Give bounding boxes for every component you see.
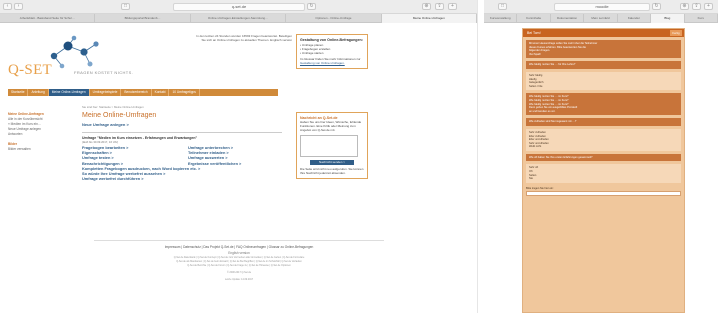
glossary-link[interactable]: Gestaltung von Online-Umfragen. [300,61,364,65]
forward-button[interactable]: › [14,3,23,10]
left-tab[interactable]: Bildungsportal Brandenb… [95,14,191,23]
chat-line: Weiß nicht [529,145,542,149]
left-tab[interactable]: Online-Umfragen-Einstellungen-Sammlung… [191,14,287,23]
left-tab[interactable]: Meine Online-Umfragen [381,14,477,23]
left-tab[interactable]: Arbeitsblatt - Basisband Seite für Schul… [0,14,96,23]
chat-messages: Mit einer Hausumfrage sollen Sie mehr üb… [523,40,684,183]
chat-question: Wie häufig nutzen Sie … im Kurs? Wie häuf… [526,93,681,116]
footer: Impressum | Datenschutz | Das Projekt Q-… [0,240,477,281]
sidebar-item-answers[interactable]: Antworten [8,132,70,137]
nav-item[interactable]: Startseite [8,89,29,96]
main-content: Sie sind hier: Startseite > Meine Online… [82,105,282,181]
browser-toolbar: ‹ › □ q-set.de ↻ ⊕ ⇪ + [0,0,477,14]
new-tab-icon[interactable]: + [448,3,457,10]
left-tab[interactable]: Optionen - Online-Umfrage [286,14,382,23]
sidebar-toggle-icon[interactable]: □ [498,3,507,10]
share-icon[interactable]: ⇪ [692,3,701,10]
send-message-button[interactable]: Nachricht senden > [310,160,354,165]
chat-line: Nie [529,177,533,181]
last-update: Letzte Update: 14.09.2017 [224,277,254,281]
nav-item[interactable]: Meine Online-Umfragen [48,89,90,96]
reload-icon[interactable]: ↻ [652,3,661,10]
footer-divider [94,240,384,241]
address-bar[interactable]: q-set.de [173,3,305,11]
tab-bar-right: Kursverwaltung Kursinhalte Dokumentation Me… [484,14,718,23]
chat-line: Wie oft haben Sie Ihre ersten Erfahrunge… [529,155,593,159]
chat-input-label: Bitte tragen Sie hier ein: [526,186,554,190]
nav-item[interactable]: Kontakt [152,89,170,96]
molecule-logo-icon [50,35,99,69]
nav-item[interactable]: Umfragebeispiele [90,89,122,96]
chat-header: Bei Tom! Fertig [523,29,684,37]
actions-right-column: Umfrage unterbrechen > Teilnehmer einlad… [188,145,280,166]
chat-line: Wie zufrieden sind Sie insgesamt mit …? [529,120,577,124]
chat-input[interactable] [526,190,681,196]
chat-line: an und bereiten es vor. [529,109,556,113]
browser-window-right: □ moodle ↻ ⊕ ⇪ + Kursverwaltung Kursinhal… [484,0,718,313]
footer-sitemap-row[interactable]: Q-Set.de Berichte | Q-Set.de Forum | Q-S… [0,264,477,268]
download-icon[interactable]: ⊕ [680,3,689,10]
info-box: Gestaltung von Online-Befragungen: • Umf… [296,34,368,69]
right-tab[interactable]: Kursverwaltung [484,14,518,23]
message-textarea[interactable] [300,135,358,157]
nav-item[interactable]: Anleitung [28,89,49,96]
chat-question: Wie zufrieden sind Sie insgesamt mit …? [526,118,681,126]
new-tab-icon[interactable]: + [704,3,713,10]
chat-question: Wie häufig nutzen Sie … für Ihre Lehre? [526,61,681,69]
survey-chat-panel: Bei Tom! Fertig Mit einer Hausumfrage so… [522,28,685,313]
copyright: © 2008-2017 Q-Set.de [226,271,252,274]
survey-actions: Fragebogen bearbeiten > Eigenschaften > … [82,145,282,166]
message-box-note: Die Seite wird nicht neu aufgerufen. Sie… [300,167,364,175]
chat-question: Mit einer Hausumfrage sollen Sie mehr üb… [526,40,681,59]
browser-window-left: ‹ › □ q-set.de ↻ ⊕ ⇪ + Arbeitsblatt - Ba… [0,0,478,313]
sidebar-item-manage-images[interactable]: Bilder verwalten [8,147,70,152]
survey-date: (läuft bis 30.09.2017, 16 Uhr) [82,140,119,144]
header-note: In den letzten 24 Stunden wurden 16593 F… [196,34,292,42]
moodle-page: Bei Tom! Fertig Mit einer Hausumfrage so… [484,24,718,313]
divider [82,132,282,133]
info-bullet: • Umfrage starten [300,50,324,55]
chat-title: Bei Tom! [527,31,541,35]
right-tab[interactable]: Kalender [618,14,652,23]
logo-slogan: FRAGEN KOSTET NICHTS. [74,70,134,75]
right-tab[interactable]: Blog [651,14,685,23]
tab-bar: Arbeitsblatt - Basisband Seite für Schul… [0,14,477,23]
qset-page: In den letzten 24 Stunden wurden 16593 F… [0,24,477,313]
chat-line: Wie häufig nutzen Sie … für Ihre Lehre? [529,63,576,67]
chat-answer-options[interactable]: Sehr zufrieden Eher zufrieden Eher unzufri… [526,128,681,151]
ad-free-run-link[interactable]: Umfrage werbefrei durchführen > [82,176,282,181]
nav-item[interactable]: 10 Umfragetipps [169,89,200,96]
page-title: Meine Online-Umfragen [82,112,157,119]
chat-answer-options[interactable]: Sehr oft Oft Selten Nie [526,164,681,183]
info-text: Im Glossar finden Sie mehr Informationen… [300,56,361,61]
share-icon[interactable]: ⇪ [435,3,444,10]
main-navbar: Startseite Anleitung Meine Online-Umfragen… [8,89,278,96]
breadcrumb: Sie sind hier: Startseite > Meine Online… [82,105,144,109]
reload-icon[interactable]: ↻ [307,3,316,10]
download-icon[interactable]: ⊕ [422,3,431,10]
chat-line: Selten / Nie [529,84,543,88]
chat-line: Viel Spaß! [529,52,541,56]
chat-close-button[interactable]: Fertig [670,30,682,36]
browser-toolbar-right: □ moodle ↻ ⊕ ⇪ + [484,0,718,14]
new-survey-link[interactable]: Neue Umfrage anlegen > [82,122,282,127]
right-tab[interactable]: Dokumentation [551,14,585,23]
sidebar-toggle-icon[interactable]: □ [121,3,130,10]
right-tab[interactable]: Mein Lernfeld [584,14,618,23]
left-sidebar: Meine Online-Umfragen Alle in der Kurzüb… [8,112,70,152]
right-tab[interactable]: Kurs [685,14,718,23]
logo-wordmark: Q-SET [8,62,52,78]
back-button[interactable]: ‹ [3,3,12,10]
nav-item[interactable]: Benutzerbereich [121,89,152,96]
address-bar-right[interactable]: moodle [554,3,650,11]
chat-answer-options[interactable]: Sehr häufig Häufig Gelegentlich Selten / Ni… [526,71,681,91]
message-box-text: Haben Sie uns hier Ideen, Wünsche, fehle… [300,120,362,132]
message-box: Nachricht an Q-Set.de Haben Sie uns hier… [296,112,368,179]
qset-logo[interactable]: Q-SET FRAGEN KOSTET NICHTS. [8,34,138,94]
actions-left-column: Fragebogen bearbeiten > Eigenschaften > … [82,145,174,166]
publish-results-link[interactable]: Ergebnisse veröffentlichen > [188,161,280,166]
right-tab[interactable]: Kursinhalte [517,14,551,23]
chat-question: Wie oft haben Sie Ihre ersten Erfahrunge… [526,153,681,162]
